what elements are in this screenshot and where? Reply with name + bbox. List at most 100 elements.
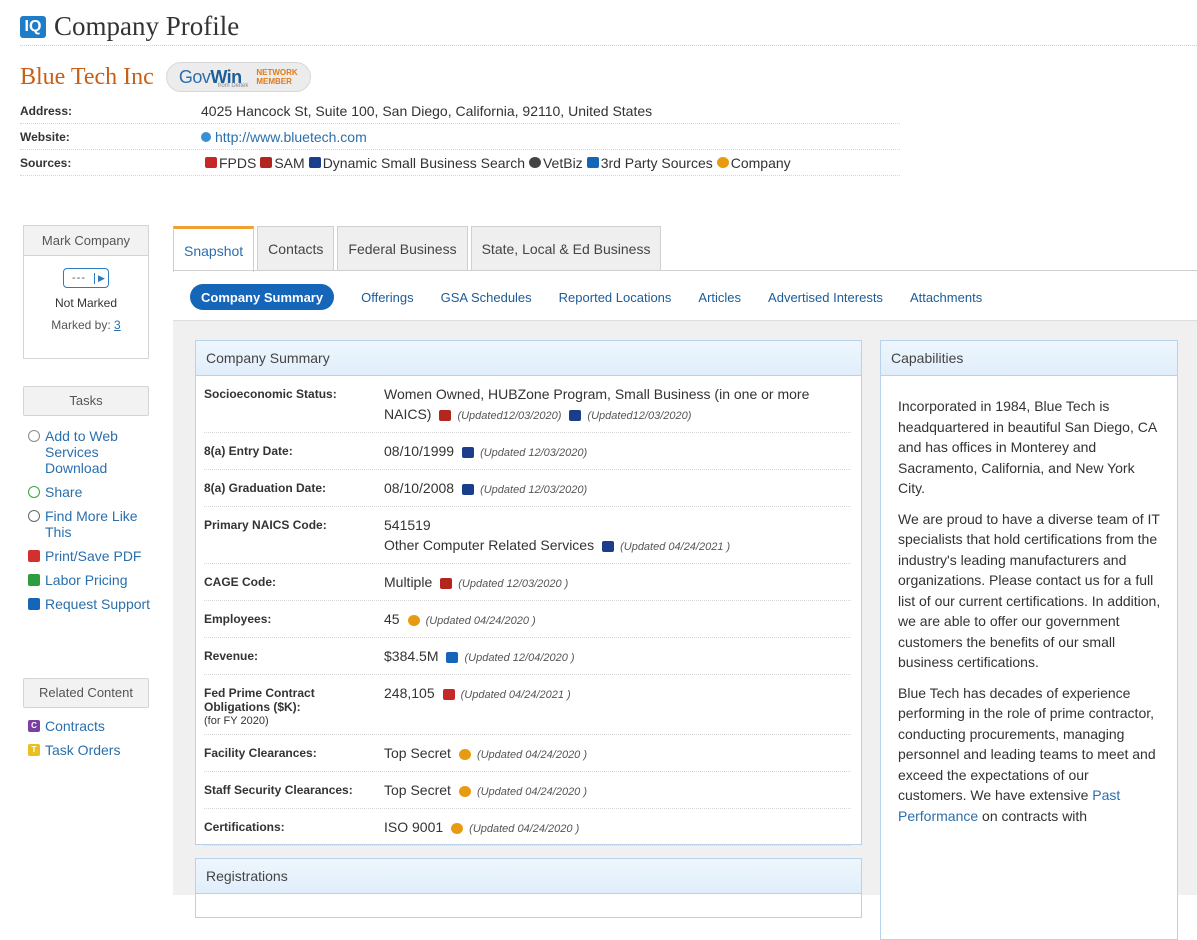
summary-label: Fed Prime Contract Obligations ($K): (for… xyxy=(204,683,384,728)
dsbs-icon xyxy=(462,483,475,495)
subtab-5[interactable]: Advertised Interests xyxy=(768,284,883,310)
subtab-1[interactable]: Offerings xyxy=(361,284,414,310)
mark-toggle[interactable]: --- ▶ xyxy=(63,268,109,288)
company-name-row: Blue Tech Inc GovWin from Deltek NETWORK… xyxy=(20,62,311,92)
tasks-item[interactable]: Add to Web Services Download xyxy=(28,428,158,476)
related-content-header: Related Content xyxy=(23,678,149,708)
company-icon xyxy=(458,785,471,797)
sam-icon xyxy=(440,577,453,589)
summary-label: Employees: xyxy=(204,612,272,626)
subtab-2[interactable]: GSA Schedules xyxy=(441,284,532,310)
share-icon xyxy=(28,486,40,498)
summary-label: Socioeconomic Status: xyxy=(204,387,337,401)
summary-label: CAGE Code: xyxy=(204,575,276,589)
related-content-list: C Contracts T Task Orders xyxy=(28,718,158,766)
tasks-item[interactable]: Find More Like This xyxy=(28,508,158,540)
capabilities-title: Capabilities xyxy=(881,341,1177,376)
tasks-item[interactable]: Print/Save PDF xyxy=(28,548,158,564)
tab-0[interactable]: Snapshot xyxy=(173,226,255,272)
govwin-network-badge[interactable]: GovWin from Deltek NETWORK MEMBER xyxy=(165,62,311,92)
tasks-item-label: Add to Web Services Download xyxy=(45,428,118,476)
govwin-network-label: NETWORK MEMBER xyxy=(256,68,298,86)
tasks-item[interactable]: Labor Pricing xyxy=(28,572,158,588)
summary-row: Socioeconomic Status: Women Owned, HUBZon… xyxy=(204,376,851,433)
source-label: VetBiz xyxy=(542,154,583,171)
updated-note: (Updated 04/24/2021 ) xyxy=(620,541,731,553)
source-label: SAM xyxy=(274,154,305,171)
gear-icon xyxy=(28,430,40,442)
related-item[interactable]: T Task Orders xyxy=(28,742,158,758)
marked-by-count[interactable]: 3 xyxy=(114,318,121,332)
support-icon xyxy=(28,598,40,610)
company-name: Blue Tech Inc xyxy=(20,63,154,90)
play-icon: ▶ xyxy=(94,272,108,284)
summary-value: 08/10/2008 (Updated 12/03/2020) xyxy=(384,480,588,496)
related-item[interactable]: C Contracts xyxy=(28,718,158,734)
company-icon xyxy=(716,157,729,168)
website-label: Website: xyxy=(20,129,70,144)
page-header: IQ Company Profile xyxy=(20,8,1197,46)
task-orders-icon: T xyxy=(28,744,40,756)
search-icon xyxy=(28,510,40,522)
sam-icon xyxy=(260,157,273,168)
updated-note: (Updated12/03/2020) xyxy=(587,410,692,422)
tasks-item-label: Share xyxy=(45,484,83,500)
tasks-list: Add to Web Services Download Share Find Mo… xyxy=(28,428,158,620)
summary-label: Facility Clearances: xyxy=(204,746,317,760)
source-label: Dynamic Small Business Search xyxy=(322,154,525,171)
summary-value: Women Owned, HUBZone Program, Small Busi… xyxy=(384,386,810,422)
summary-row: 8(a) Graduation Date: 08/10/2008 (Updated … xyxy=(204,470,851,507)
updated-note: (Updated12/03/2020) xyxy=(457,410,562,422)
capabilities-paragraph: Blue Tech has decades of experience perf… xyxy=(898,684,1156,824)
summary-row: CAGE Code: Multiple (Updated 12/03/2020 ) xyxy=(204,564,851,601)
subtab-3[interactable]: Reported Locations xyxy=(559,284,672,310)
tasks-item[interactable]: Request Support xyxy=(28,596,158,612)
summary-value: 45 (Updated 04/24/2020 ) xyxy=(384,611,536,627)
summary-row: Employees: 45 (Updated 04/24/2020 ) xyxy=(204,601,851,638)
sources-label: Sources: xyxy=(20,155,72,170)
mark-status: Not Marked xyxy=(54,296,118,310)
subtab-0[interactable]: Company Summary xyxy=(190,284,335,310)
updated-note: (Updated 04/24/2020 ) xyxy=(425,615,536,627)
updated-note: (Updated 04/24/2020 ) xyxy=(469,823,580,835)
updated-note: (Updated 04/24/2020 ) xyxy=(476,786,588,798)
summary-row: Revenue: $384.5M (Updated 12/04/2020 ) xyxy=(204,638,851,675)
tasks-item-label: Print/Save PDF xyxy=(45,548,142,564)
updated-note: (Updated 04/24/2020 ) xyxy=(476,749,588,761)
website-link[interactable]: http://www.bluetech.com xyxy=(215,129,367,145)
related-item-label: Contracts xyxy=(45,718,105,734)
address-label: Address: xyxy=(20,103,73,118)
tasks-item-label: Labor Pricing xyxy=(45,572,128,588)
address-value: 4025 Hancock St, Suite 100, San Diego, C… xyxy=(201,102,653,119)
capabilities-paragraph: Incorporated in 1984, Blue Tech is headq… xyxy=(898,398,1157,496)
main-tabs: Snapshot Contacts Federal Business State, L… xyxy=(173,226,664,272)
summary-row: 8(a) Entry Date: 08/10/1999 (Updated 12/03… xyxy=(204,433,851,470)
tasks-item[interactable]: Share xyxy=(28,484,158,500)
summary-row: Facility Clearances: Top Secret (Updated 0… xyxy=(204,735,851,772)
summary-row: Fed Prime Contract Obligations ($K): (for… xyxy=(204,675,851,735)
company-icon xyxy=(458,748,471,760)
dsbs-icon xyxy=(462,446,475,458)
mark-company-title: Mark Company xyxy=(24,226,148,256)
tab-1[interactable]: Contacts xyxy=(257,226,335,271)
summary-value: Multiple (Updated 12/03/2020 ) xyxy=(384,574,569,590)
company-summary-title: Company Summary xyxy=(196,341,861,376)
subtab-6[interactable]: Attachments xyxy=(910,284,982,310)
summary-label: 8(a) Graduation Date: xyxy=(204,481,327,495)
registrations-title: Registrations xyxy=(196,859,861,894)
summary-value: Top Secret (Updated 04/24/2020 ) xyxy=(384,745,588,761)
summary-value: $384.5M (Updated 12/04/2020 ) xyxy=(384,648,575,664)
tab-2[interactable]: Federal Business xyxy=(337,226,468,271)
summary-label: Revenue: xyxy=(204,649,259,663)
company-summary-panel: Company Summary Socioeconomic Status: Wom… xyxy=(195,340,862,846)
third-party-icon xyxy=(586,157,599,168)
updated-note: (Updated 12/03/2020 ) xyxy=(458,578,569,590)
globe-icon xyxy=(201,131,211,142)
company-icon xyxy=(451,822,464,834)
registrations-panel: Registrations xyxy=(195,858,862,918)
subtab-4[interactable]: Articles xyxy=(698,284,741,310)
contracts-icon: C xyxy=(28,720,40,732)
summary-value: 541519 Other Computer Related Services (Up… xyxy=(384,517,731,553)
tab-3[interactable]: State, Local & Ed Business xyxy=(470,226,662,271)
dsbs-icon xyxy=(569,409,582,421)
